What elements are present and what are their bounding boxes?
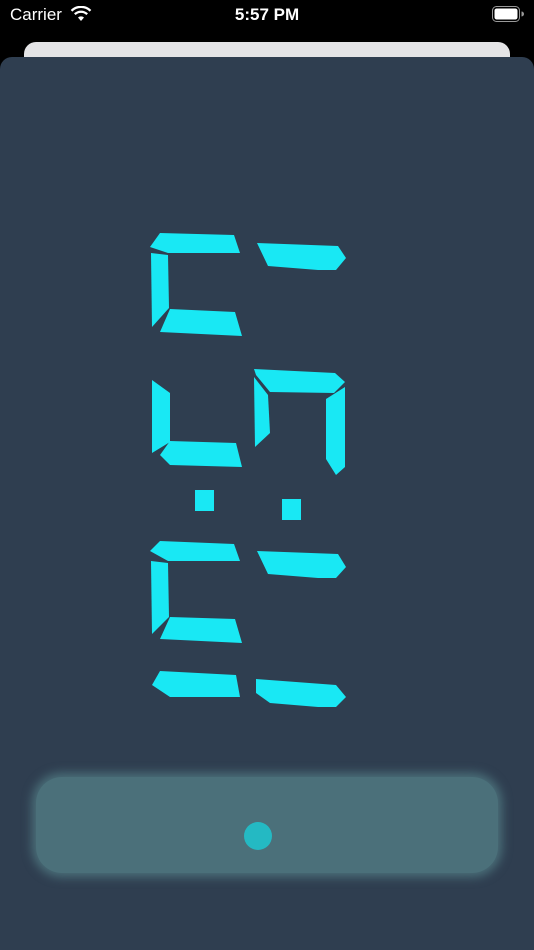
lcd-segment — [160, 617, 242, 643]
lcd-segment — [257, 551, 346, 578]
lcd-digit-5-middle — [152, 369, 345, 475]
lcd-colon-dot — [282, 499, 301, 520]
status-time: 5:57 PM — [234, 5, 300, 24]
dot-icon[interactable] — [244, 822, 272, 850]
lcd-segment — [326, 387, 345, 475]
lcd-segment — [160, 309, 242, 336]
lcd-colon-dot — [195, 490, 214, 511]
lcd-digit-7 — [150, 541, 346, 643]
clock-sheet — [0, 57, 534, 950]
lcd-segment — [256, 679, 346, 707]
status-bar: Carrier 5:57 PM — [0, 0, 534, 34]
lcd-segment — [257, 243, 346, 270]
battery-icon — [492, 6, 524, 22]
lcd-segment — [150, 233, 240, 253]
lcd-segment — [254, 369, 345, 393]
lcd-segment — [151, 253, 169, 327]
control-panel[interactable] — [36, 777, 498, 873]
lcd-colon — [195, 490, 301, 520]
lcd-segment — [152, 671, 240, 697]
lcd-digit-5-top — [150, 233, 346, 336]
lcd-segment — [150, 541, 240, 561]
lcd-segment — [151, 561, 169, 634]
lcd-segment — [152, 380, 170, 453]
lcd-digit-partial — [152, 671, 346, 707]
lcd-segment — [160, 441, 242, 467]
